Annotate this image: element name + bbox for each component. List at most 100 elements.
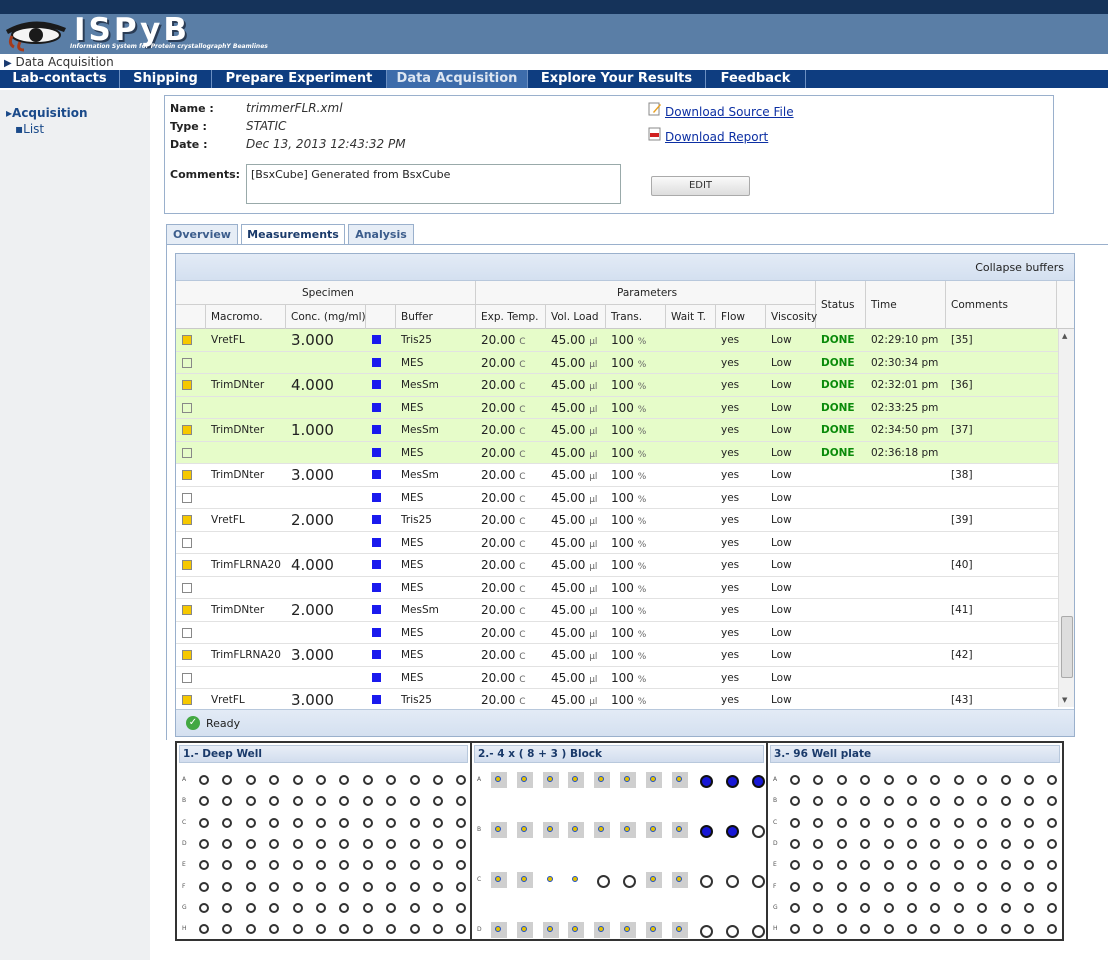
plate-well[interactable] bbox=[977, 860, 988, 871]
plate-well[interactable] bbox=[1024, 796, 1034, 807]
sample-dot[interactable] bbox=[495, 776, 501, 782]
plate-well[interactable] bbox=[339, 902, 350, 913]
plate-well[interactable] bbox=[269, 817, 280, 828]
plate-well[interactable] bbox=[1024, 838, 1034, 849]
plate-well[interactable] bbox=[222, 881, 233, 892]
table-row[interactable]: TrimDNter 2.000 MesSm 20.00 C 45.00 µl 100 % y… bbox=[176, 599, 1058, 622]
plate-well[interactable] bbox=[245, 860, 256, 871]
grid-scrollbar[interactable]: ▲ ▼ bbox=[1058, 329, 1074, 707]
col-viscosity[interactable]: Viscosity bbox=[771, 311, 817, 323]
plate-well[interactable] bbox=[930, 796, 941, 807]
table-row[interactable]: MES 20.00 C 45.00 µl 100 % yes Low bbox=[176, 532, 1058, 554]
nav-shipping[interactable]: Shipping bbox=[120, 70, 212, 88]
plate-well[interactable] bbox=[1047, 924, 1058, 935]
sample-dot[interactable] bbox=[675, 926, 682, 932]
plate-well[interactable] bbox=[269, 796, 280, 807]
plate-well[interactable] bbox=[269, 902, 280, 913]
sample-dot[interactable] bbox=[520, 776, 527, 782]
sidebar-item-acquisition[interactable]: ▸Acquisition bbox=[6, 106, 88, 120]
plate-well[interactable] bbox=[316, 881, 326, 892]
plate-well[interactable] bbox=[386, 924, 397, 935]
plate-well[interactable] bbox=[1047, 902, 1058, 913]
plate-well[interactable] bbox=[813, 860, 824, 871]
tab-measurements[interactable]: Measurements bbox=[241, 224, 345, 245]
plate-well[interactable] bbox=[836, 924, 847, 935]
plate-well[interactable] bbox=[907, 838, 917, 849]
plate-well[interactable] bbox=[813, 902, 824, 913]
plate-well[interactable] bbox=[883, 838, 894, 849]
nav-explore-results[interactable]: Explore Your Results bbox=[528, 70, 706, 88]
plate-well[interactable] bbox=[813, 817, 824, 828]
plate-well[interactable] bbox=[883, 817, 894, 828]
plate-well[interactable] bbox=[292, 924, 303, 935]
plate-well[interactable] bbox=[726, 775, 740, 788]
plate-well[interactable] bbox=[199, 775, 209, 785]
plate-well[interactable] bbox=[433, 775, 443, 785]
plate-well[interactable] bbox=[292, 838, 303, 849]
plate-well[interactable] bbox=[222, 924, 233, 935]
plate-well[interactable] bbox=[245, 796, 256, 807]
plate-well[interactable] bbox=[883, 775, 894, 785]
plate-well[interactable] bbox=[456, 860, 467, 871]
sample-dot[interactable] bbox=[546, 826, 553, 832]
scroll-up-icon[interactable]: ▲ bbox=[1062, 332, 1067, 340]
plate-well[interactable] bbox=[1024, 902, 1034, 913]
col-flow[interactable]: Flow bbox=[721, 311, 745, 323]
plate-well[interactable] bbox=[362, 924, 373, 935]
plate-well[interactable] bbox=[836, 881, 847, 892]
sample-dot[interactable] bbox=[495, 926, 501, 932]
sample-dot[interactable] bbox=[675, 876, 682, 882]
sample-dot[interactable] bbox=[520, 826, 527, 832]
plate-well[interactable] bbox=[977, 838, 988, 849]
plate-well[interactable] bbox=[907, 881, 917, 892]
plate-well[interactable] bbox=[339, 924, 350, 935]
plate-well[interactable] bbox=[700, 825, 714, 838]
col-wait-time[interactable]: Wait T. bbox=[671, 311, 706, 323]
plate-well[interactable] bbox=[1000, 924, 1011, 935]
plate-well[interactable] bbox=[977, 817, 988, 828]
plate-well[interactable] bbox=[456, 924, 467, 935]
nav-data-acquisition[interactable]: Data Acquisition bbox=[387, 70, 528, 88]
sample-dot[interactable] bbox=[624, 776, 630, 782]
plate-well[interactable] bbox=[199, 817, 209, 828]
plate-well[interactable] bbox=[292, 881, 303, 892]
plate-well[interactable] bbox=[752, 775, 765, 788]
plate-well[interactable] bbox=[790, 775, 800, 785]
plate-well[interactable] bbox=[245, 924, 256, 935]
plate-well[interactable] bbox=[953, 817, 964, 828]
col-concentration[interactable]: Conc. (mg/ml) bbox=[291, 311, 366, 323]
sample-dot[interactable] bbox=[675, 826, 682, 832]
plate-well[interactable] bbox=[269, 924, 280, 935]
plate-well[interactable] bbox=[907, 902, 917, 913]
plate-well[interactable] bbox=[292, 775, 303, 785]
plate-well[interactable] bbox=[433, 838, 443, 849]
table-row[interactable]: MES 20.00 C 45.00 µl 100 % yes Low DONE 02:33:2… bbox=[176, 396, 1058, 419]
plate-well[interactable] bbox=[386, 796, 397, 807]
plate-well[interactable] bbox=[316, 860, 326, 871]
table-row[interactable]: VretFL 3.000 Tris25 20.00 C 45.00 µl 100 % yes… bbox=[176, 329, 1058, 352]
plate-well[interactable] bbox=[456, 796, 467, 807]
plate-well[interactable] bbox=[907, 796, 917, 807]
plate-well[interactable] bbox=[1000, 860, 1011, 871]
plate-well[interactable] bbox=[790, 860, 800, 871]
plate-well[interactable] bbox=[409, 838, 420, 849]
plate-well[interactable] bbox=[433, 881, 443, 892]
plate-well[interactable] bbox=[1000, 817, 1011, 828]
plate-well[interactable] bbox=[1000, 902, 1011, 913]
plate-well[interactable] bbox=[930, 817, 941, 828]
plate-well[interactable] bbox=[836, 838, 847, 849]
nav-prepare-experiment[interactable]: Prepare Experiment bbox=[212, 70, 387, 88]
plate-well[interactable] bbox=[953, 860, 964, 871]
download-report-link[interactable]: Download Report bbox=[665, 130, 768, 144]
plate-well[interactable] bbox=[790, 924, 800, 935]
plate-well[interactable] bbox=[199, 881, 209, 892]
plate-well[interactable] bbox=[790, 881, 800, 892]
plate-well[interactable] bbox=[907, 924, 917, 935]
plate-well[interactable] bbox=[953, 775, 964, 785]
table-row[interactable]: MES 20.00 C 45.00 µl 100 % yes Low DONE 02:30:3… bbox=[176, 351, 1058, 374]
plate-well[interactable] bbox=[953, 796, 964, 807]
plate-well[interactable] bbox=[1000, 796, 1011, 807]
plate-well[interactable] bbox=[1000, 881, 1011, 892]
plate-well[interactable] bbox=[409, 817, 420, 828]
plate-well[interactable] bbox=[362, 817, 373, 828]
